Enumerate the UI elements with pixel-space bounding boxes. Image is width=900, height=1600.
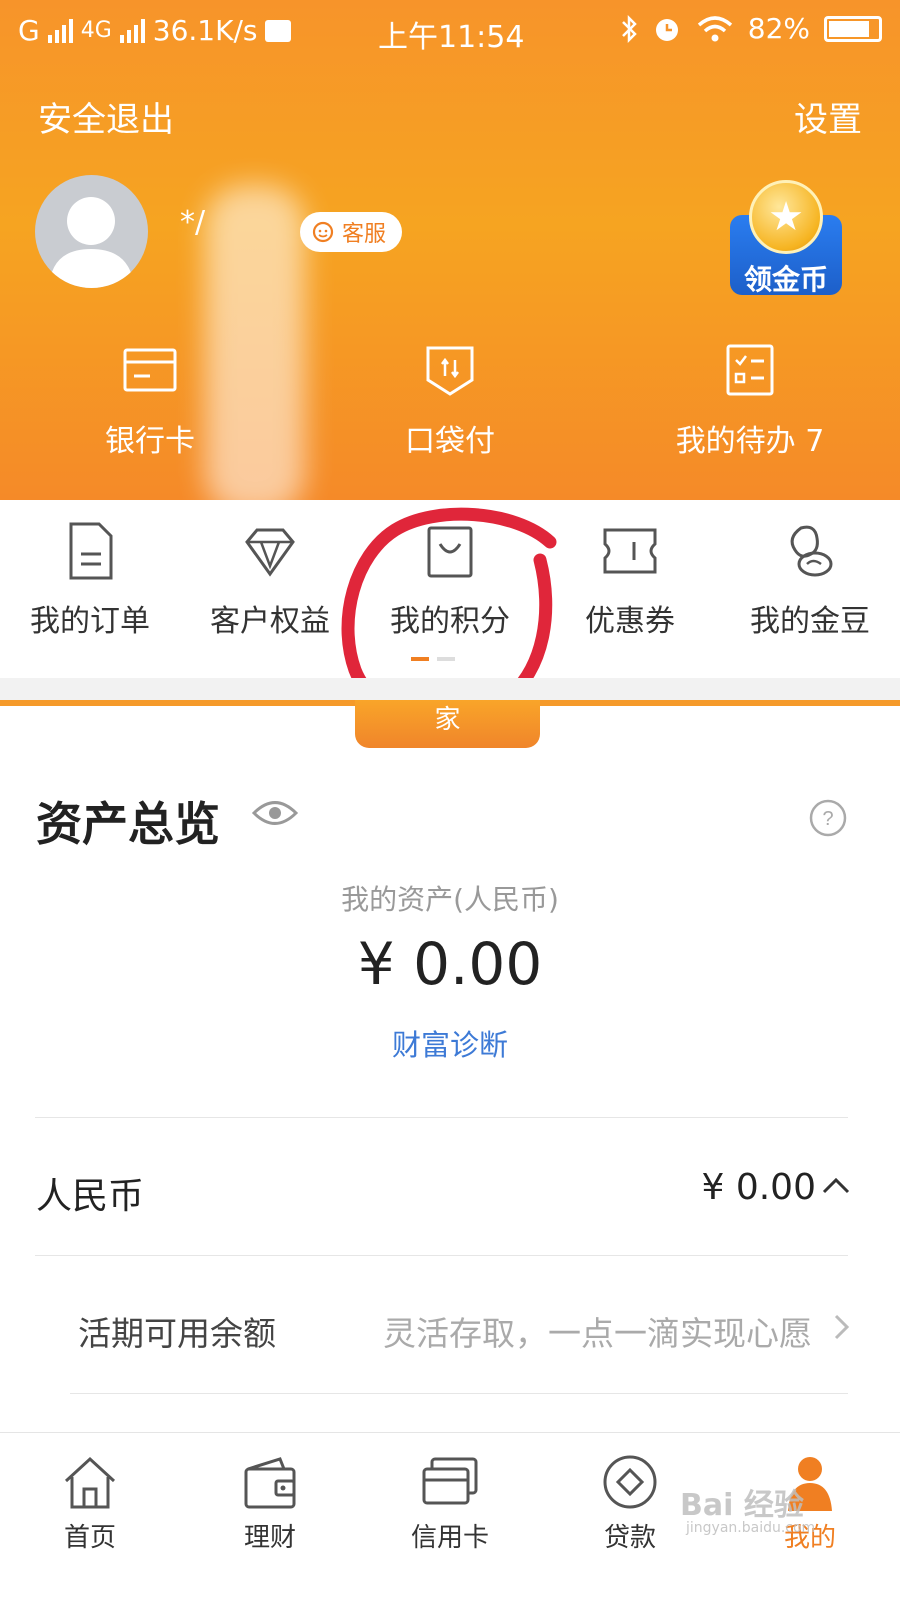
current-balance-hint: 灵活存取，一点一滴实现心愿 [383,1314,812,1353]
network-type: 4G [80,18,112,43]
network-speed: 36.1K/s [152,14,258,47]
bluetooth-icon [621,14,637,43]
shortcut-row: 我的订单 客户权益 我的积分 优惠券 我的金豆 [0,520,900,650]
shortcut-label: 我的金豆 [750,604,870,639]
nav-item-credit-card[interactable]: 信用卡 [360,1433,540,1600]
order-icon [69,522,113,580]
profile-header: G 4G 36.1K/s 上午11:54 82% 安全退出 设置 */ 客服 ★… [0,0,900,515]
section-gap [0,678,900,700]
section-tab[interactable]: 家 [355,700,540,748]
nav-label: 理财 [243,1523,296,1553]
shortcut-label: 我的订单 [30,604,150,639]
collect-coins-button[interactable]: ★ 领金币 [730,180,842,296]
wallet-icon [244,1457,296,1509]
battery-percent: 82% [747,12,810,45]
nav-item-home[interactable]: 首页 [0,1433,180,1600]
divider [35,1255,848,1256]
watermark: Bai 经验 [680,1488,804,1523]
shortcut-label: 优惠券 [585,604,675,639]
quick-item-bank-card[interactable]: 银行卡 [0,340,300,460]
clock: 上午11:54 [378,20,525,55]
current-balance-label[interactable]: 活期可用余额 [78,1307,276,1355]
nav-label: 首页 [63,1523,116,1553]
bank-card-icon [123,348,177,392]
account-quick-links: 银行卡 口袋付 我的待办 7 [0,340,900,460]
shortcut-golden-beans[interactable]: 我的金豆 [720,520,900,650]
divider [70,1393,848,1394]
pager-dots [411,657,455,661]
quick-item-pocket-pay[interactable]: 口袋付 [300,340,600,460]
headset-icon [312,221,334,243]
total-assets-caption: 我的资产(人民币) [341,883,559,916]
section-title: 资产总览 [36,797,220,851]
nav-label: 信用卡 [410,1523,489,1553]
signal-icon [47,18,73,43]
loan-icon [603,1455,657,1509]
avatar[interactable] [35,175,148,288]
quick-item-label: 口袋付 [405,424,495,459]
pocket-pay-icon [426,346,474,396]
shortcut-label: 我的积分 [390,604,510,639]
golden-bean-icon [790,525,833,577]
shortcut-label: 客户权益 [210,604,330,639]
shopping-bag-icon [427,526,473,578]
eye-icon[interactable] [252,798,298,828]
quick-item-label: 银行卡 [105,424,195,459]
customer-service-button[interactable]: 客服 [300,212,403,252]
wifi-icon [697,15,732,41]
alarm-icon [655,18,678,41]
screen: G 4G 36.1K/s 上午11:54 82% 安全退出 设置 */ 客服 ★… [0,0,900,1600]
username: */ [180,205,206,240]
collect-coins-label: 领金币 [743,263,828,296]
todo-list-icon [726,344,774,396]
battery-icon [824,15,882,42]
customer-service-label: 客服 [342,222,387,247]
chevron-up-icon[interactable] [820,1174,852,1198]
diamond-icon [245,528,295,577]
shortcut-customer-benefits[interactable]: 客户权益 [180,520,360,650]
shortcut-my-points[interactable]: 我的积分 [360,520,540,650]
status-bar: G 4G 36.1K/s 上午11:54 82% [0,0,900,60]
credit-card-icon [422,1457,478,1505]
help-icon[interactable]: ? [808,798,848,838]
signal-icon [119,18,145,43]
currency-row-value: ¥ 0.00 [701,1167,816,1208]
shortcut-my-orders[interactable]: 我的订单 [0,520,180,650]
chevron-right-icon[interactable] [832,1312,852,1342]
total-assets-value: ¥ 0.00 [357,930,543,998]
shortcut-coupons[interactable]: 优惠券 [540,520,720,650]
quick-item-todo[interactable]: 我的待办 7 [600,340,900,460]
watermark-url: jingyan.baidu.com [686,1520,816,1536]
settings-button[interactable]: 设置 [794,92,862,141]
notification-icon [265,19,292,42]
carrier-label: G [18,14,40,47]
logout-button[interactable]: 安全退出 [38,92,174,141]
nav-label: 贷款 [603,1523,656,1553]
divider [35,1117,848,1118]
nav-item-wealth[interactable]: 理财 [180,1433,360,1600]
wealth-diagnosis-link[interactable]: 财富诊断 [0,1022,900,1064]
user-silhouette-icon [49,197,134,288]
home-icon [64,1456,116,1509]
quick-item-label: 我的待办 7 [675,424,825,459]
currency-row-label[interactable]: 人民币 [36,1167,144,1219]
svg-text:?: ? [822,808,833,830]
star-coin-icon: ★ [749,180,823,254]
coupon-icon [603,528,657,574]
